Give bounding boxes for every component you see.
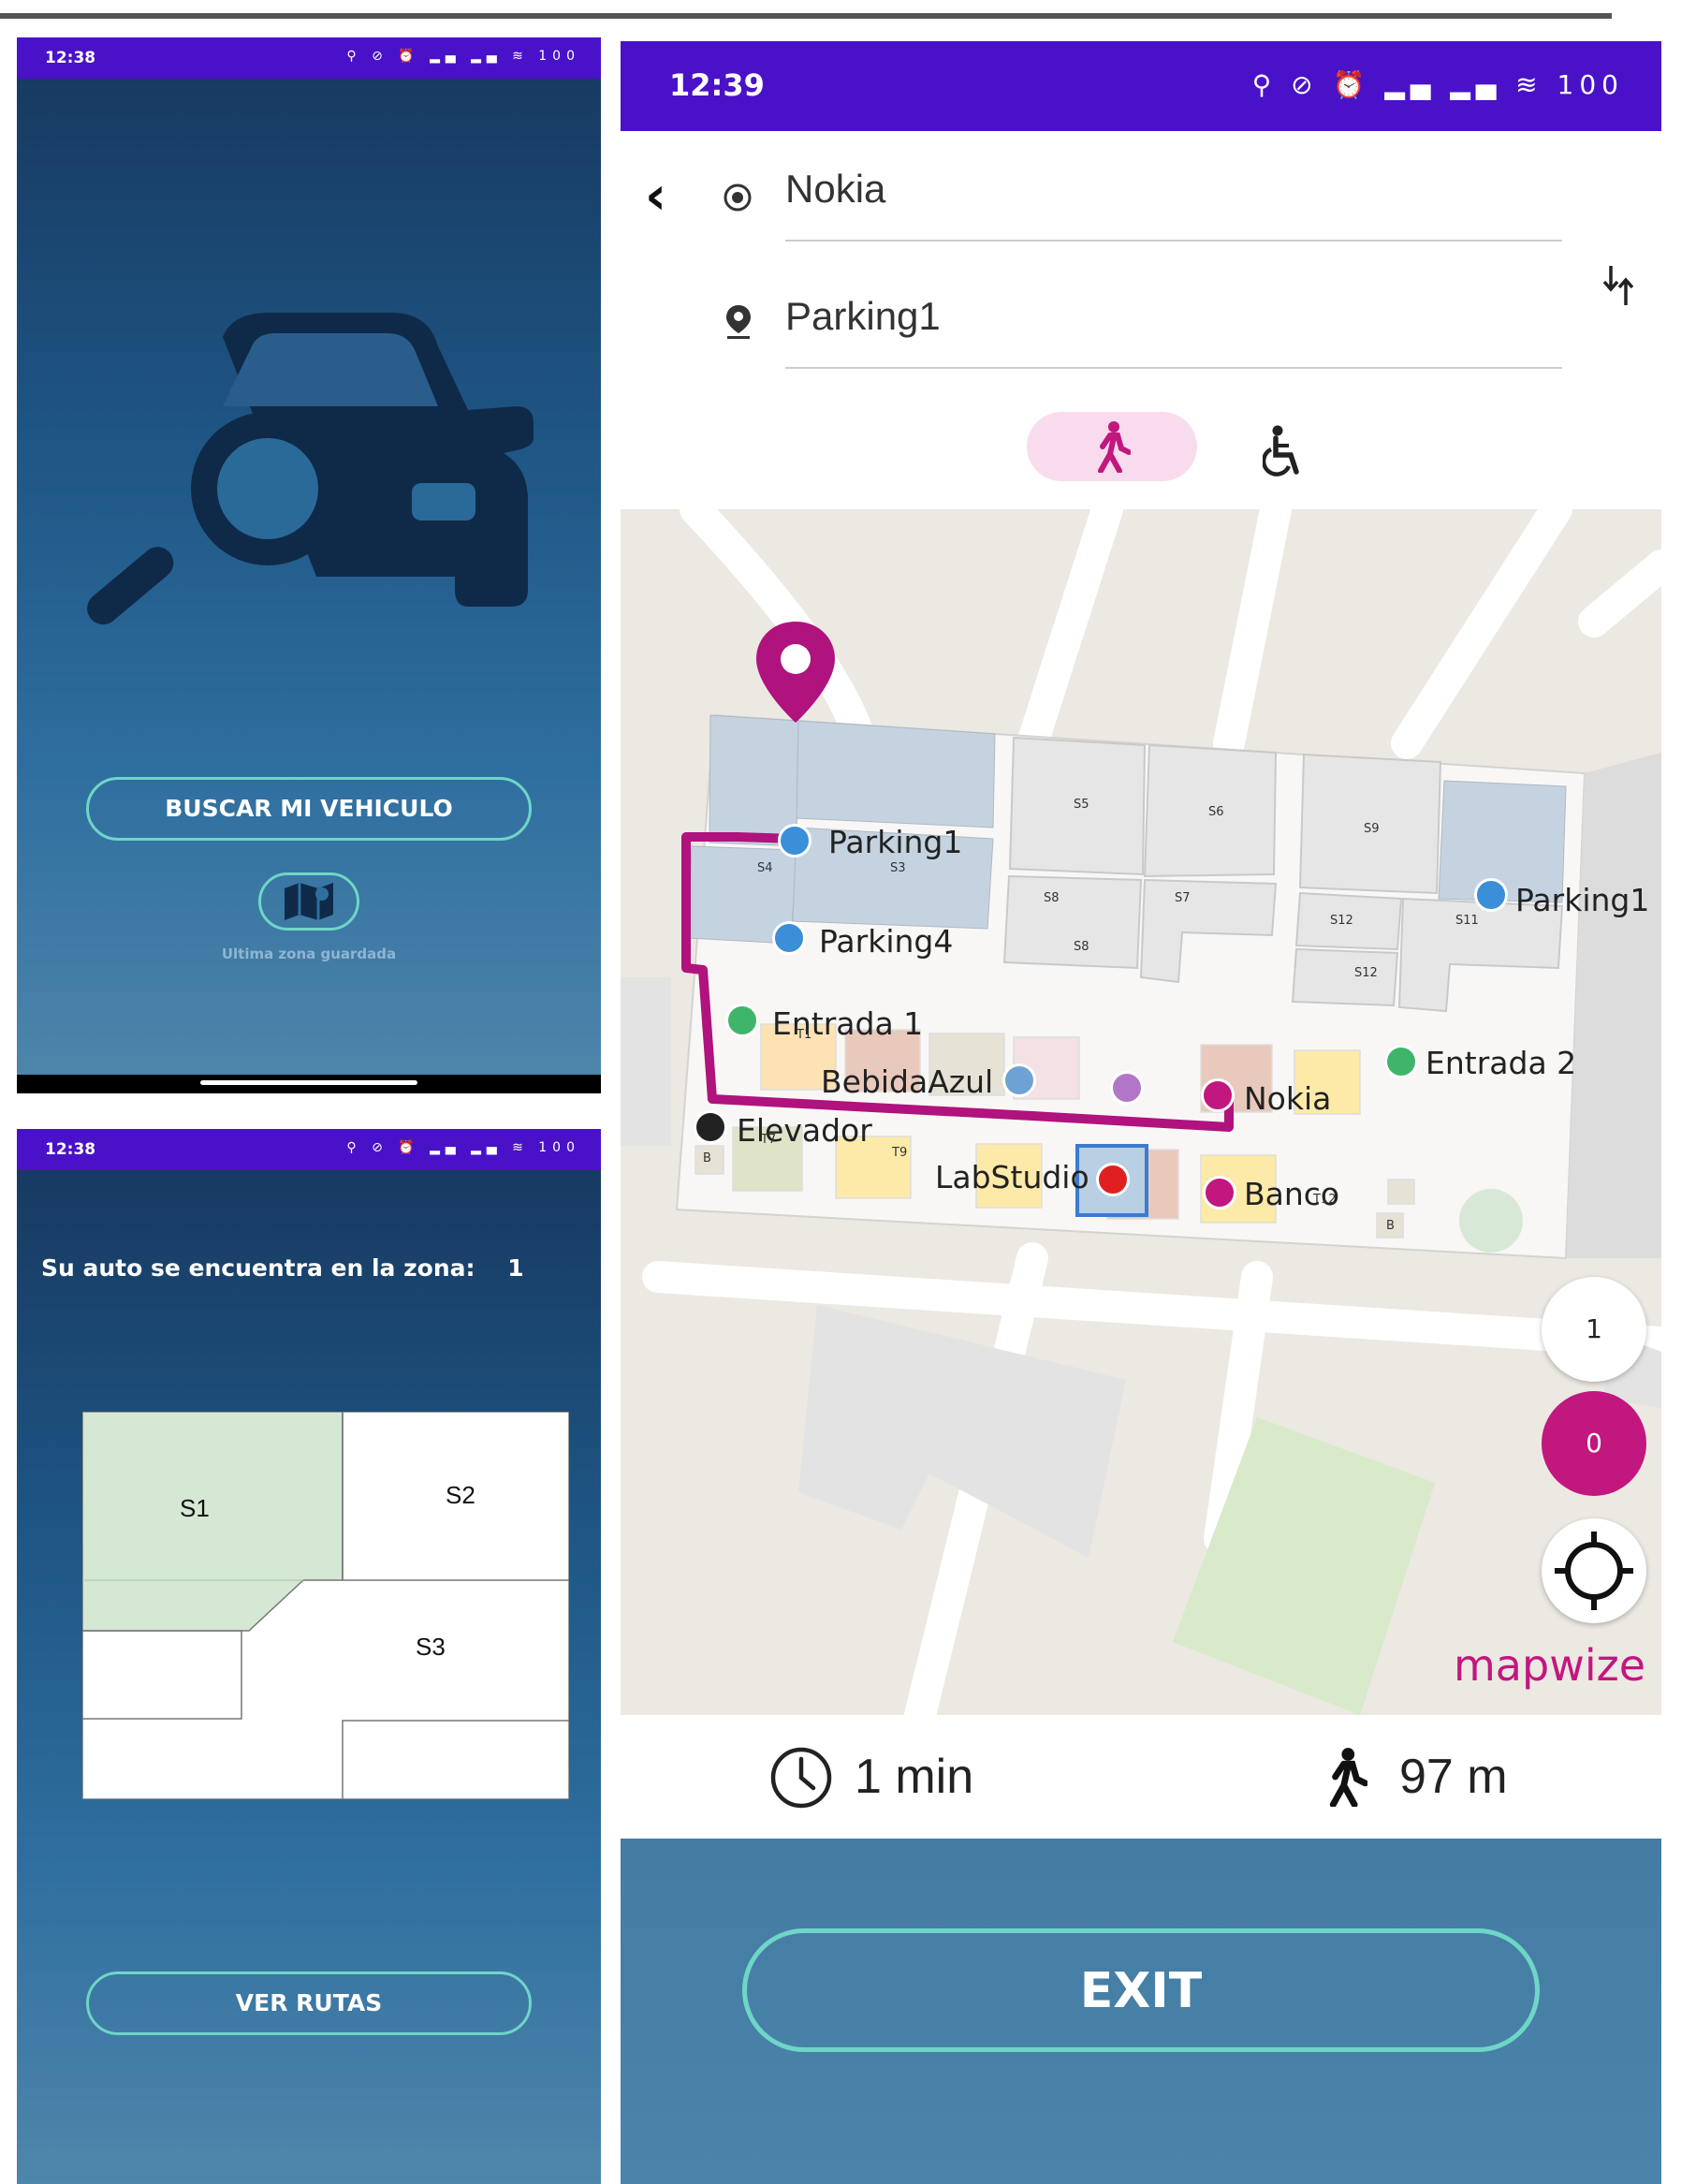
entrada1-icon[interactable] — [725, 1004, 759, 1037]
home-indicator — [200, 1080, 417, 1085]
status-time: 12:38 — [45, 49, 96, 67]
route-distance: 97 m — [1399, 1750, 1508, 1804]
last-zone-label: Ultima zona guardada — [221, 945, 397, 962]
map-label-nokia[interactable]: Nokia — [1244, 1080, 1331, 1117]
slot-label: S8 — [1074, 940, 1089, 954]
map-label-entrada2[interactable]: Entrada 2 — [1426, 1045, 1576, 1081]
slot-label: T12 — [1313, 1193, 1337, 1207]
phone-search-screen: 12:38 ⚲ ⊘ ⏰ ▂▄ ▂▄ ≋ 100 BUSCAR MI VEHICU… — [17, 37, 601, 1093]
floor-0-button[interactable]: 0 — [1542, 1391, 1646, 1496]
map-label-parking1[interactable]: Parking1 — [828, 824, 962, 860]
slot-label: B — [1386, 1219, 1395, 1233]
zone-text: Su auto se encuentra en la zona: 1 — [41, 1254, 524, 1282]
slot-label: S12 — [1354, 966, 1378, 980]
health-icon[interactable] — [1110, 1071, 1144, 1105]
phone-zone-screen: 12:38 ⚲ ⊘ ⏰ ▂▄ ▂▄ ≋ 100 Su auto se encue… — [17, 1129, 601, 2184]
map-icon — [285, 883, 333, 920]
map-label-parking1-right[interactable]: Parking1 — [1515, 882, 1649, 918]
slot-label: T7 — [761, 1133, 777, 1147]
wheelchair-icon[interactable] — [1263, 425, 1306, 477]
slot-label: S5 — [1074, 798, 1089, 812]
slot-label: S4 — [757, 861, 773, 875]
nav-bar — [17, 1075, 601, 1093]
map-label-elevador[interactable]: Elevador — [737, 1112, 872, 1149]
parking-zone-map: S1 S2 S3 — [82, 1412, 569, 1799]
elevator-icon[interactable] — [694, 1110, 727, 1144]
slot-label: S6 — [1208, 805, 1224, 819]
slot-label: T9 — [892, 1146, 908, 1160]
entrada2-icon[interactable] — [1384, 1045, 1418, 1078]
status-bar: 12:38 ⚲ ⊘ ⏰ ▂▄ ▂▄ ≋ 100 — [17, 1129, 601, 1170]
route-summary: 1 min 97 m — [621, 1715, 1661, 1839]
map-label-parking4[interactable]: Parking4 — [819, 923, 953, 960]
parking1-icon[interactable] — [778, 824, 811, 857]
slot-label: S12 — [1330, 914, 1353, 928]
status-icons: ⚲ ⊘ ⏰ ▂▄ ▂▄ ≋ 100 — [346, 1140, 580, 1155]
indoor-map[interactable]: Parking1 Parking1 Parking4 Entrada 1 Ent… — [621, 509, 1661, 1715]
slot-s1-label: S1 — [180, 1494, 210, 1522]
destination-underline — [785, 367, 1562, 369]
status-bar: 12:38 ⚲ ⊘ ⏰ ▂▄ ▂▄ ≋ 100 — [17, 37, 601, 79]
bottom-panel: EXIT — [621, 1839, 1661, 2184]
walk-icon — [1098, 421, 1131, 473]
origin-input[interactable]: Nokia — [785, 167, 885, 212]
status-icons: ⚲ ⊘ ⏰ ▂▄ ▂▄ ≋ 100 — [346, 49, 580, 64]
last-zone-button[interactable] — [258, 872, 359, 931]
status-bar: 12:39 ⚲ ⊘ ⏰ ▂▄ ▂▄ ≋ 100 — [621, 41, 1661, 131]
origin-icon — [724, 183, 752, 212]
slot-label: S7 — [1175, 891, 1191, 905]
nokia-icon[interactable] — [1201, 1078, 1235, 1112]
destination-pin-icon — [726, 305, 751, 339]
back-button[interactable]: ‹ — [645, 170, 682, 227]
origin-underline — [785, 240, 1562, 242]
slot-label: S3 — [890, 861, 906, 875]
slot-label: T1 — [797, 1028, 812, 1042]
locate-button[interactable] — [1542, 1518, 1646, 1623]
map-label-labstudio[interactable]: LabStudio — [935, 1159, 1089, 1195]
slot-label: S9 — [1364, 822, 1380, 836]
slot-label: B — [703, 1151, 711, 1165]
destination-input[interactable]: Parking1 — [785, 294, 941, 339]
status-time: 12:38 — [45, 1140, 96, 1159]
view-routes-button[interactable]: VER RUTAS — [86, 1971, 532, 2035]
top-divider — [0, 13, 1612, 19]
swap-icon[interactable] — [1600, 262, 1637, 309]
status-time: 12:39 — [669, 67, 765, 103]
labstudio-icon[interactable] — [1096, 1163, 1130, 1196]
car-search-icon — [87, 313, 534, 625]
route-duration: 1 min — [855, 1750, 974, 1804]
parking1-right-icon[interactable] — [1474, 878, 1508, 912]
floor-1-button[interactable]: 1 — [1542, 1277, 1646, 1382]
slot-label: S11 — [1455, 914, 1479, 928]
bebida-icon[interactable] — [1002, 1063, 1036, 1097]
walk-icon — [1329, 1748, 1367, 1807]
status-icons: ⚲ ⊘ ⏰ ▂▄ ▂▄ ≋ 100 — [1251, 69, 1624, 100]
bank-icon[interactable] — [1203, 1176, 1236, 1209]
zone-label: Su auto se encuentra en la zona: — [41, 1254, 475, 1282]
mapwize-logo: mapwize — [1454, 1640, 1646, 1691]
phone-navigation-screen: 12:39 ⚲ ⊘ ⏰ ▂▄ ▂▄ ≋ 100 ‹ Nokia Parking1 — [621, 41, 1661, 2184]
slot-label: S8 — [1044, 891, 1060, 905]
walk-mode-button[interactable] — [1027, 412, 1197, 481]
clock-icon — [770, 1747, 832, 1809]
exit-button[interactable]: EXIT — [742, 1928, 1540, 2052]
slot-s3-label: S3 — [416, 1633, 446, 1661]
map-label-entrada1[interactable]: Entrada 1 — [772, 1005, 923, 1042]
slot-s2-label: S2 — [446, 1481, 475, 1509]
parking4-icon[interactable] — [772, 921, 806, 955]
crosshair-icon — [1555, 1532, 1633, 1610]
zone-number: 1 — [507, 1254, 524, 1282]
search-vehicle-button[interactable]: BUSCAR MI VEHICULO — [86, 777, 532, 841]
map-label-bebida[interactable]: BebidaAzul — [821, 1063, 993, 1100]
